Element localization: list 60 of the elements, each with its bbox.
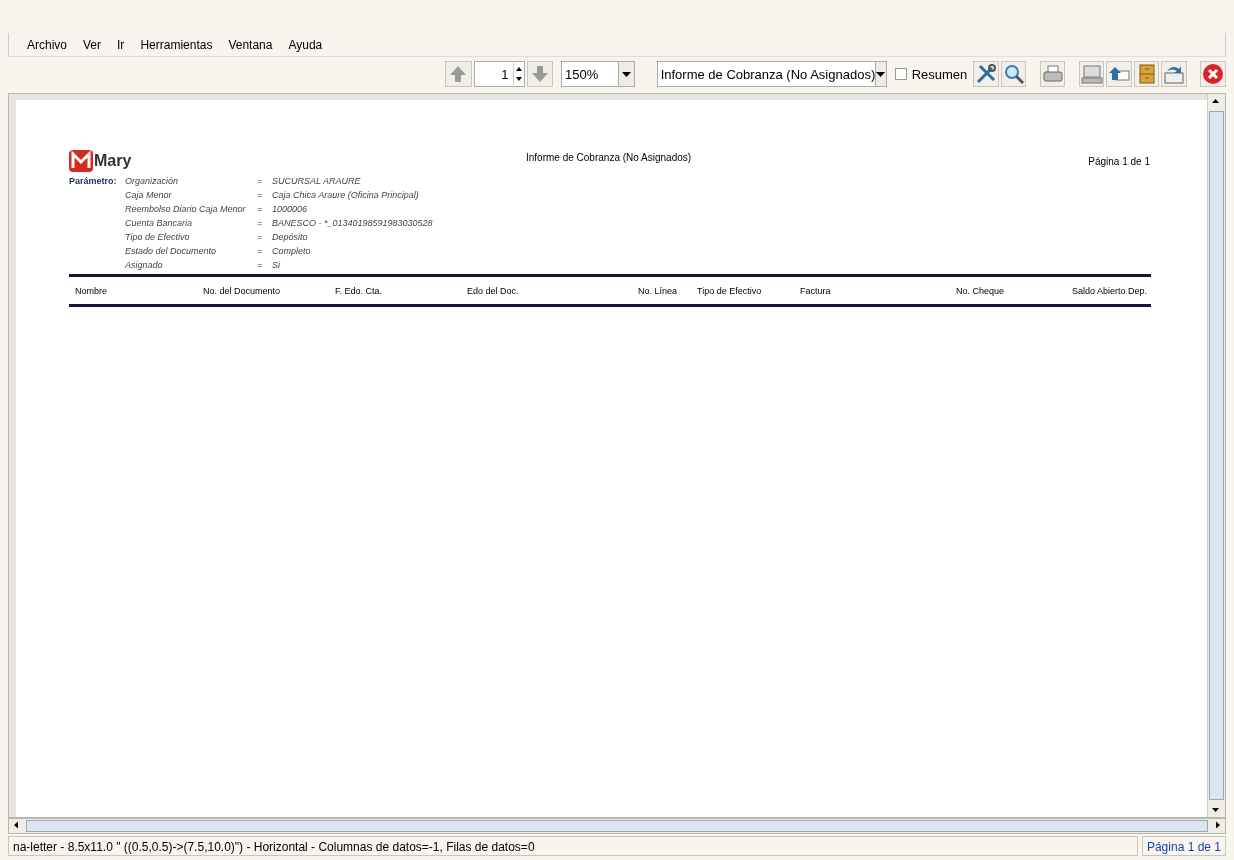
status-page: Página 1 de 1 — [1141, 836, 1226, 856]
parameter-value: Caja Chica Araure (Oficina Principal) — [272, 190, 420, 200]
up-arrow-icon — [448, 64, 469, 84]
column-header: No. del Documento — [202, 285, 282, 296]
parameter-value: SUCURSAL ARAURE — [272, 176, 362, 186]
down-arrow-icon — [529, 64, 550, 84]
close-icon[interactable] — [1200, 61, 1227, 87]
parameter-name: Caja Menor — [125, 190, 173, 200]
caret-icon — [621, 71, 631, 77]
parameter-value: BANESCO - *_01340198591983030528 — [272, 218, 434, 228]
equals-sign: = — [257, 260, 264, 270]
parameter-value: Si — [272, 260, 281, 270]
equals-sign: = — [257, 218, 264, 228]
column-header: Edo del Doc. — [466, 285, 520, 296]
printer-icon[interactable] — [1039, 61, 1066, 87]
column-header: F. Edo. Cta. — [334, 285, 384, 296]
equals-sign: = — [257, 190, 264, 200]
horizontal-scrollbar[interactable] — [8, 818, 1226, 834]
column-header: Nombre — [74, 285, 108, 296]
parameter-name: Organización — [125, 176, 180, 186]
parameter-name: Cuenta Bancaria — [125, 218, 194, 228]
parameter-value: 1000006 — [272, 204, 309, 214]
column-header: Saldo Abierto Dep. — [1070, 285, 1148, 296]
parameter-name: Estado del Documento — [125, 246, 218, 256]
vertical-scrollbar[interactable] — [1207, 94, 1225, 817]
menu-item[interactable]: Archivo — [19, 37, 75, 52]
zoom-dropdown[interactable]: 150% — [561, 61, 635, 87]
logo: Mary — [69, 150, 132, 172]
equals-sign: = — [257, 232, 264, 242]
status-text: na-letter - 8.5x11.0 " ((0.5,0.5)->(7.5,10.0)") - Horizontal - Columnas de datos=-1, Filas de datos=0 — [8, 836, 1138, 856]
report-title: Informe de Cobranza (No Asignados) — [526, 152, 692, 163]
column-header: Factura — [799, 285, 832, 296]
equals-sign: = — [257, 204, 264, 214]
tools-icon[interactable] — [973, 61, 999, 87]
menu-item[interactable]: Ir — [109, 37, 133, 52]
equals-sign: = — [257, 246, 264, 256]
computer-icon[interactable] — [1078, 61, 1105, 87]
search-icon[interactable] — [1000, 61, 1027, 87]
equals-sign: = — [257, 176, 264, 186]
parameter-value: Depósito — [272, 232, 309, 242]
page-spinner[interactable]: 1 — [473, 61, 525, 87]
parameter-name: Asignado — [125, 260, 164, 270]
parameter-label: Parámetro: — [69, 176, 117, 186]
parameter-value: Completo — [272, 246, 312, 256]
menu-item[interactable]: Ver — [75, 37, 110, 52]
column-header: No. Cheque — [954, 285, 1005, 296]
parameter-name: Tipo de Efectivo — [125, 232, 191, 242]
column-header: No. Línea — [636, 285, 678, 296]
menu-item[interactable]: Herramientas — [132, 37, 221, 52]
report-dropdown[interactable]: Informe de Cobranza (No Asignados) — [656, 61, 887, 87]
page-number: Página 1 de 1 — [1088, 155, 1150, 167]
menu-item[interactable]: Ayuda — [280, 37, 331, 52]
mail-icon[interactable] — [1106, 61, 1132, 87]
parameter-name: Reembolso Diario Caja Menor — [125, 204, 247, 214]
menu-item[interactable]: Ventana — [220, 37, 281, 52]
summary-checkbox[interactable]: Resumen — [894, 66, 968, 82]
export-icon[interactable] — [1161, 61, 1188, 87]
column-header: Tipo de Efectivo — [696, 285, 763, 296]
caret-icon — [876, 71, 886, 77]
cabinet-icon[interactable] — [1133, 61, 1160, 87]
